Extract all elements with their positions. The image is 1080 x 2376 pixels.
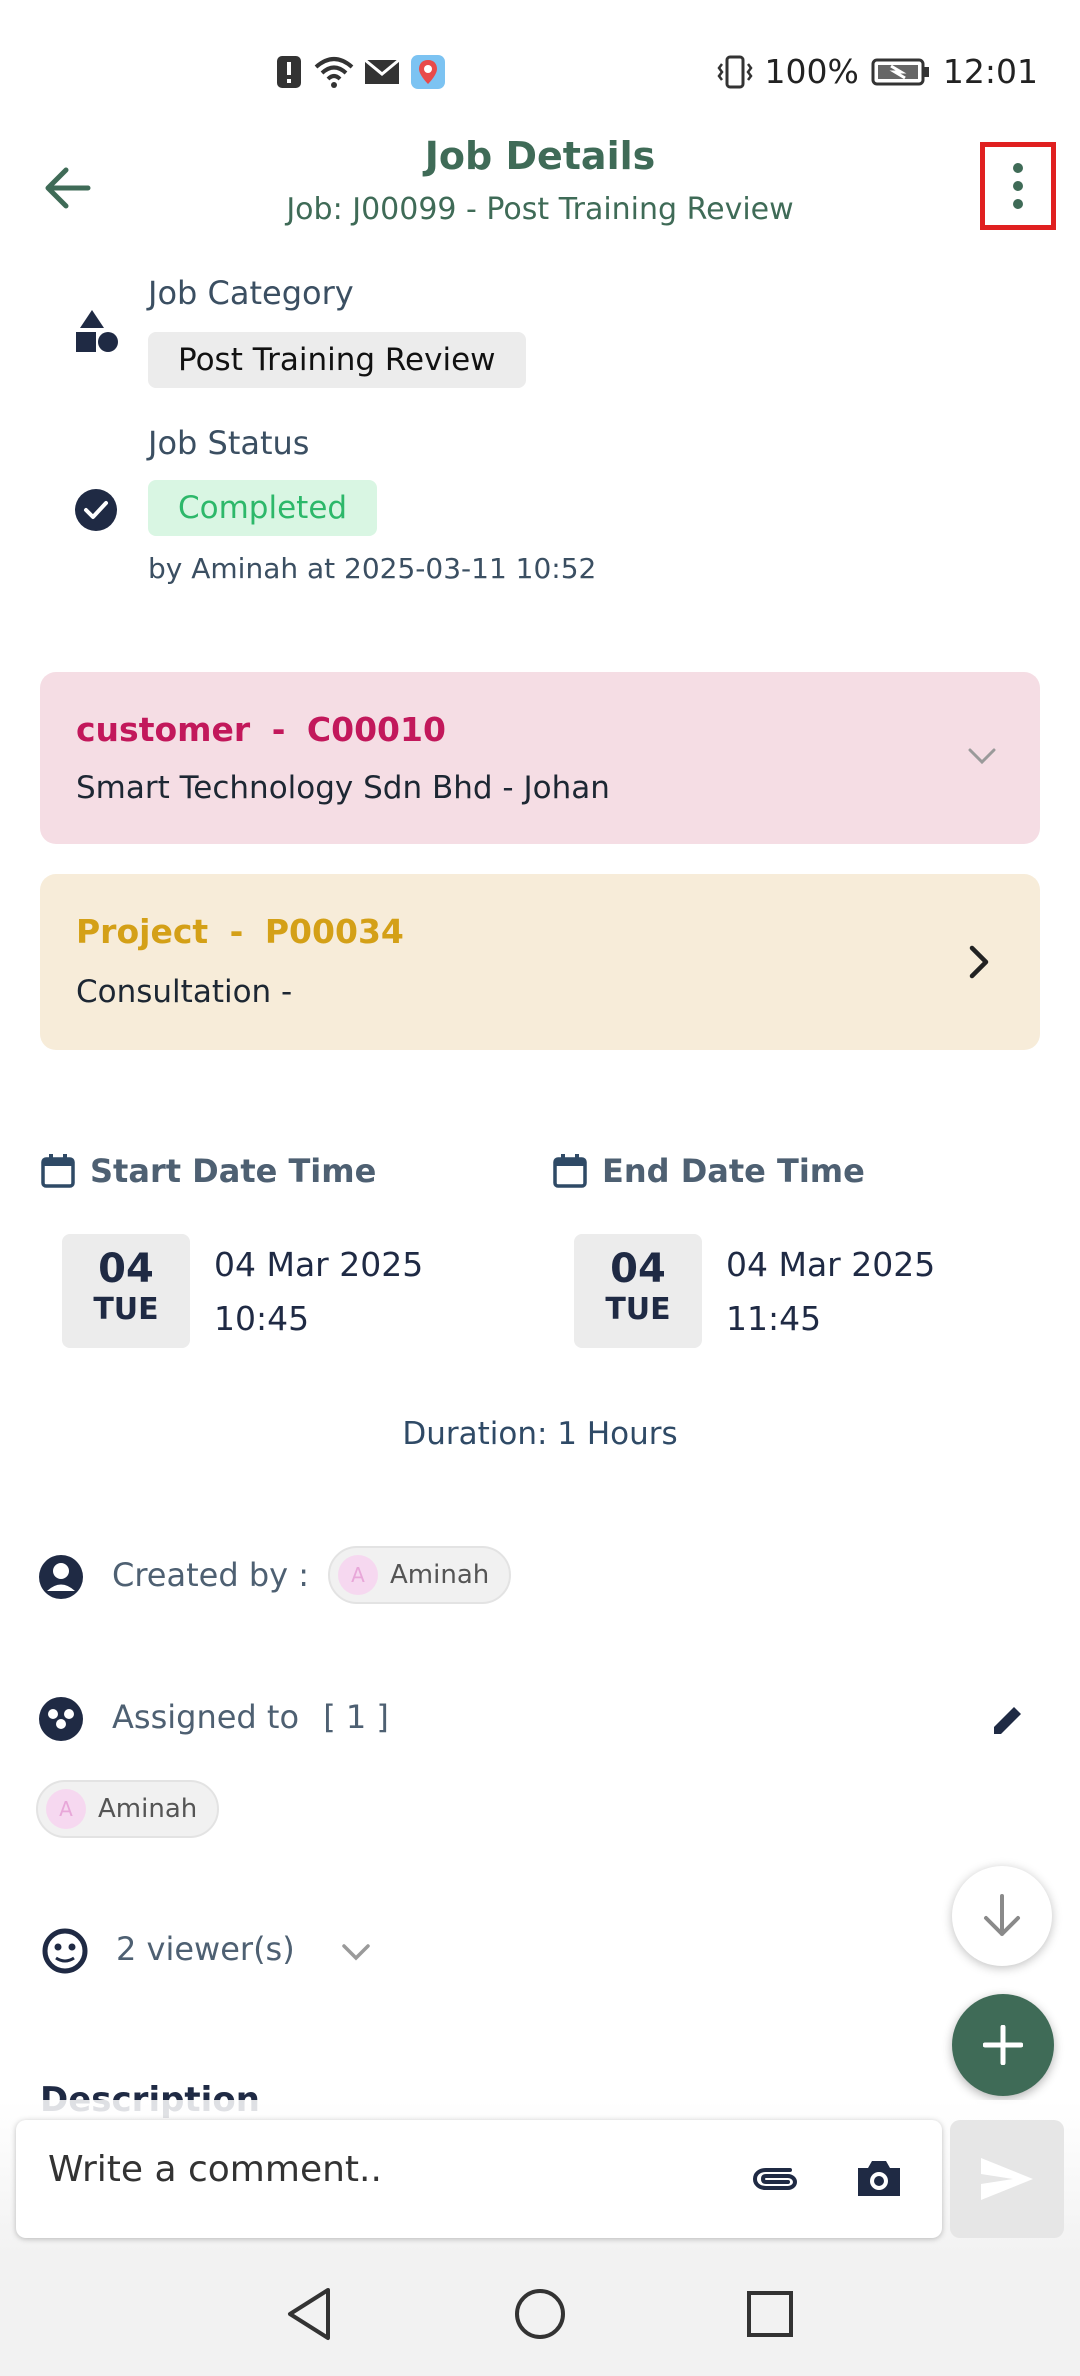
customer-card[interactable]: customer - C00010 Smart Technology Sdn B…	[40, 672, 1040, 844]
project-detail: Consultation -	[76, 974, 293, 1010]
project-card-title: Project - P00034	[76, 912, 404, 951]
start-time: 10:45	[214, 1299, 310, 1338]
paperclip-icon[interactable]	[750, 2158, 800, 2198]
more-vertical-icon	[1013, 163, 1023, 209]
chevron-right-icon[interactable]	[964, 942, 994, 982]
nav-home-icon[interactable]	[514, 2288, 566, 2340]
end-date-header: End Date Time	[552, 1152, 865, 1190]
end-weekday: TUE	[605, 1292, 671, 1327]
nav-back-icon[interactable]	[284, 2286, 334, 2342]
project-card[interactable]: Project - P00034 Consultation -	[40, 874, 1040, 1050]
alert-icon	[277, 56, 301, 88]
system-nav-bar	[0, 2256, 1080, 2376]
mail-icon	[364, 58, 400, 84]
status-bar: 100% 12:01	[0, 0, 1080, 150]
battery-charging-icon	[871, 58, 929, 85]
end-day-box: 04 TUE	[574, 1234, 702, 1348]
send-button[interactable]	[950, 2120, 1064, 2238]
status-right: 100% 12:01	[716, 52, 1038, 91]
account-circle-icon	[39, 1555, 83, 1599]
scroll-down-button[interactable]	[952, 1866, 1052, 1966]
battery-percent: 100%	[764, 52, 859, 91]
maps-app-icon	[411, 55, 445, 89]
page-subtitle: Job: J00099 - Post Training Review	[286, 192, 794, 227]
avatar: A	[338, 1555, 378, 1595]
plus-icon	[983, 2025, 1023, 2065]
assigned-to-label-row: Assigned to [ 1 ]	[112, 1698, 389, 1736]
end-date: 04 Mar 2025	[726, 1245, 936, 1284]
notification-icons	[274, 54, 446, 90]
page-title: Job Details	[424, 134, 656, 178]
edit-pencil-icon[interactable]	[990, 1702, 1026, 1738]
arrow-down-icon	[984, 1894, 1020, 1936]
chevron-down-icon[interactable]	[338, 1940, 374, 1964]
camera-icon[interactable]	[854, 2156, 904, 2200]
job-category-chip: Post Training Review	[148, 332, 526, 388]
viewers-label[interactable]: 2 viewer(s)	[116, 1930, 295, 1968]
vibrate-icon	[716, 55, 753, 88]
assignee-name: Aminah	[98, 1794, 198, 1824]
end-date-time: 04 Mar 2025 11:45	[726, 1238, 935, 1346]
start-date-time: 04 Mar 2025 10:45	[214, 1238, 423, 1346]
job-category-label: Job Category	[148, 274, 354, 312]
customer-card-title: customer - C00010	[76, 710, 446, 749]
duration-text: Duration: 1 Hours	[402, 1416, 678, 1452]
project-separator: -	[229, 912, 244, 951]
send-icon	[981, 2158, 1033, 2200]
status-updated-by: by Aminah at 2025-03-11 10:52	[148, 552, 597, 585]
status-badge: Completed	[148, 480, 378, 536]
customer-type-label: customer	[76, 710, 251, 749]
check-circle-icon	[75, 489, 117, 531]
assignee-chip[interactable]: A Aminah	[36, 1780, 220, 1838]
start-day-number: 04	[98, 1246, 154, 1292]
created-by-label: Created by :	[112, 1556, 310, 1594]
customer-detail: Smart Technology Sdn Bhd - Johan	[76, 770, 610, 806]
add-fab-button[interactable]	[952, 1994, 1054, 2096]
clock-time: 12:01	[942, 52, 1038, 91]
created-by-name: Aminah	[390, 1560, 490, 1590]
end-date-label: End Date Time	[602, 1152, 865, 1190]
chevron-down-icon[interactable]	[964, 744, 1000, 768]
nav-recents-icon[interactable]	[746, 2290, 794, 2338]
wifi-icon	[314, 57, 354, 88]
viewers-face-icon	[42, 1928, 88, 1974]
calendar-icon	[41, 1154, 75, 1188]
start-date-header: Start Date Time	[40, 1152, 376, 1190]
comment-input[interactable]	[46, 2148, 690, 2191]
group-icon	[39, 1697, 83, 1741]
end-day-number: 04	[610, 1246, 666, 1292]
customer-code: C00010	[306, 710, 446, 749]
comment-box	[16, 2120, 942, 2238]
customer-separator: -	[271, 710, 286, 749]
project-type-label: Project	[76, 912, 209, 951]
project-code: P00034	[264, 912, 404, 951]
start-date: 04 Mar 2025	[214, 1245, 424, 1284]
end-time: 11:45	[726, 1299, 822, 1338]
start-weekday: TUE	[93, 1292, 159, 1327]
calendar-icon	[553, 1154, 587, 1188]
created-by-chip[interactable]: A Aminah	[328, 1546, 512, 1604]
avatar: A	[46, 1789, 86, 1829]
assigned-to-label: Assigned to	[112, 1698, 300, 1736]
category-shapes-icon	[76, 310, 118, 352]
assigned-count: [ 1 ]	[323, 1698, 389, 1736]
job-status-label: Job Status	[148, 424, 310, 462]
more-options-button[interactable]	[980, 142, 1056, 230]
start-date-label: Start Date Time	[90, 1152, 377, 1190]
start-day-box: 04 TUE	[62, 1234, 190, 1348]
